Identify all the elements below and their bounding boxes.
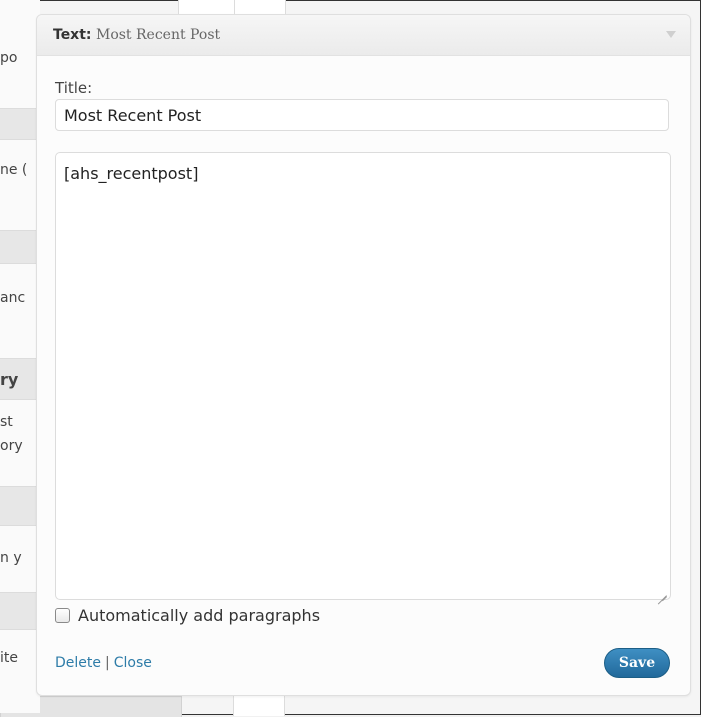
background-text: ory [0,438,23,454]
background-text: n y [0,550,22,566]
background-band [0,108,40,140]
collapse-arrow-icon[interactable] [666,31,676,38]
widget-title-separator: : [85,27,92,43]
widget-title: Text: Most Recent Post [53,27,220,43]
close-link[interactable]: Close [114,655,152,671]
background-text: anc [0,290,26,306]
content-textarea[interactable]: [ahs_recentpost] [55,152,671,600]
auto-paragraphs-checkbox[interactable] [55,607,70,623]
save-button[interactable]: Save [604,648,670,678]
delete-link[interactable]: Delete [55,655,101,671]
link-separator: | [105,655,110,671]
background-text: st [0,414,13,430]
widget-header[interactable]: Text: Most Recent Post [37,15,690,56]
title-input[interactable] [55,99,669,131]
widget-subtitle: Most Recent Post [95,27,221,43]
background-text: po [0,50,18,66]
text-widget: Text: Most Recent Post Title: [ahs_recen… [36,14,691,696]
widget-control-links: Delete | Close [55,655,152,671]
background-band [0,230,40,264]
title-label: Title: [55,79,93,97]
background-sidebar: po ne ( anc ry st ory n y ite [0,0,40,713]
background-band [0,486,40,526]
resize-grip-icon[interactable] [657,586,667,596]
background-heading: ry [0,370,19,389]
auto-paragraphs-label[interactable]: Automatically add paragraphs [78,606,320,625]
widget-name: Text [53,27,86,43]
auto-paragraphs-row[interactable]: Automatically add paragraphs [55,603,320,627]
background-band [0,592,40,630]
background-text: ite [0,650,18,666]
background-text: ne ( [0,162,28,178]
background-column-bottom [233,696,285,716]
